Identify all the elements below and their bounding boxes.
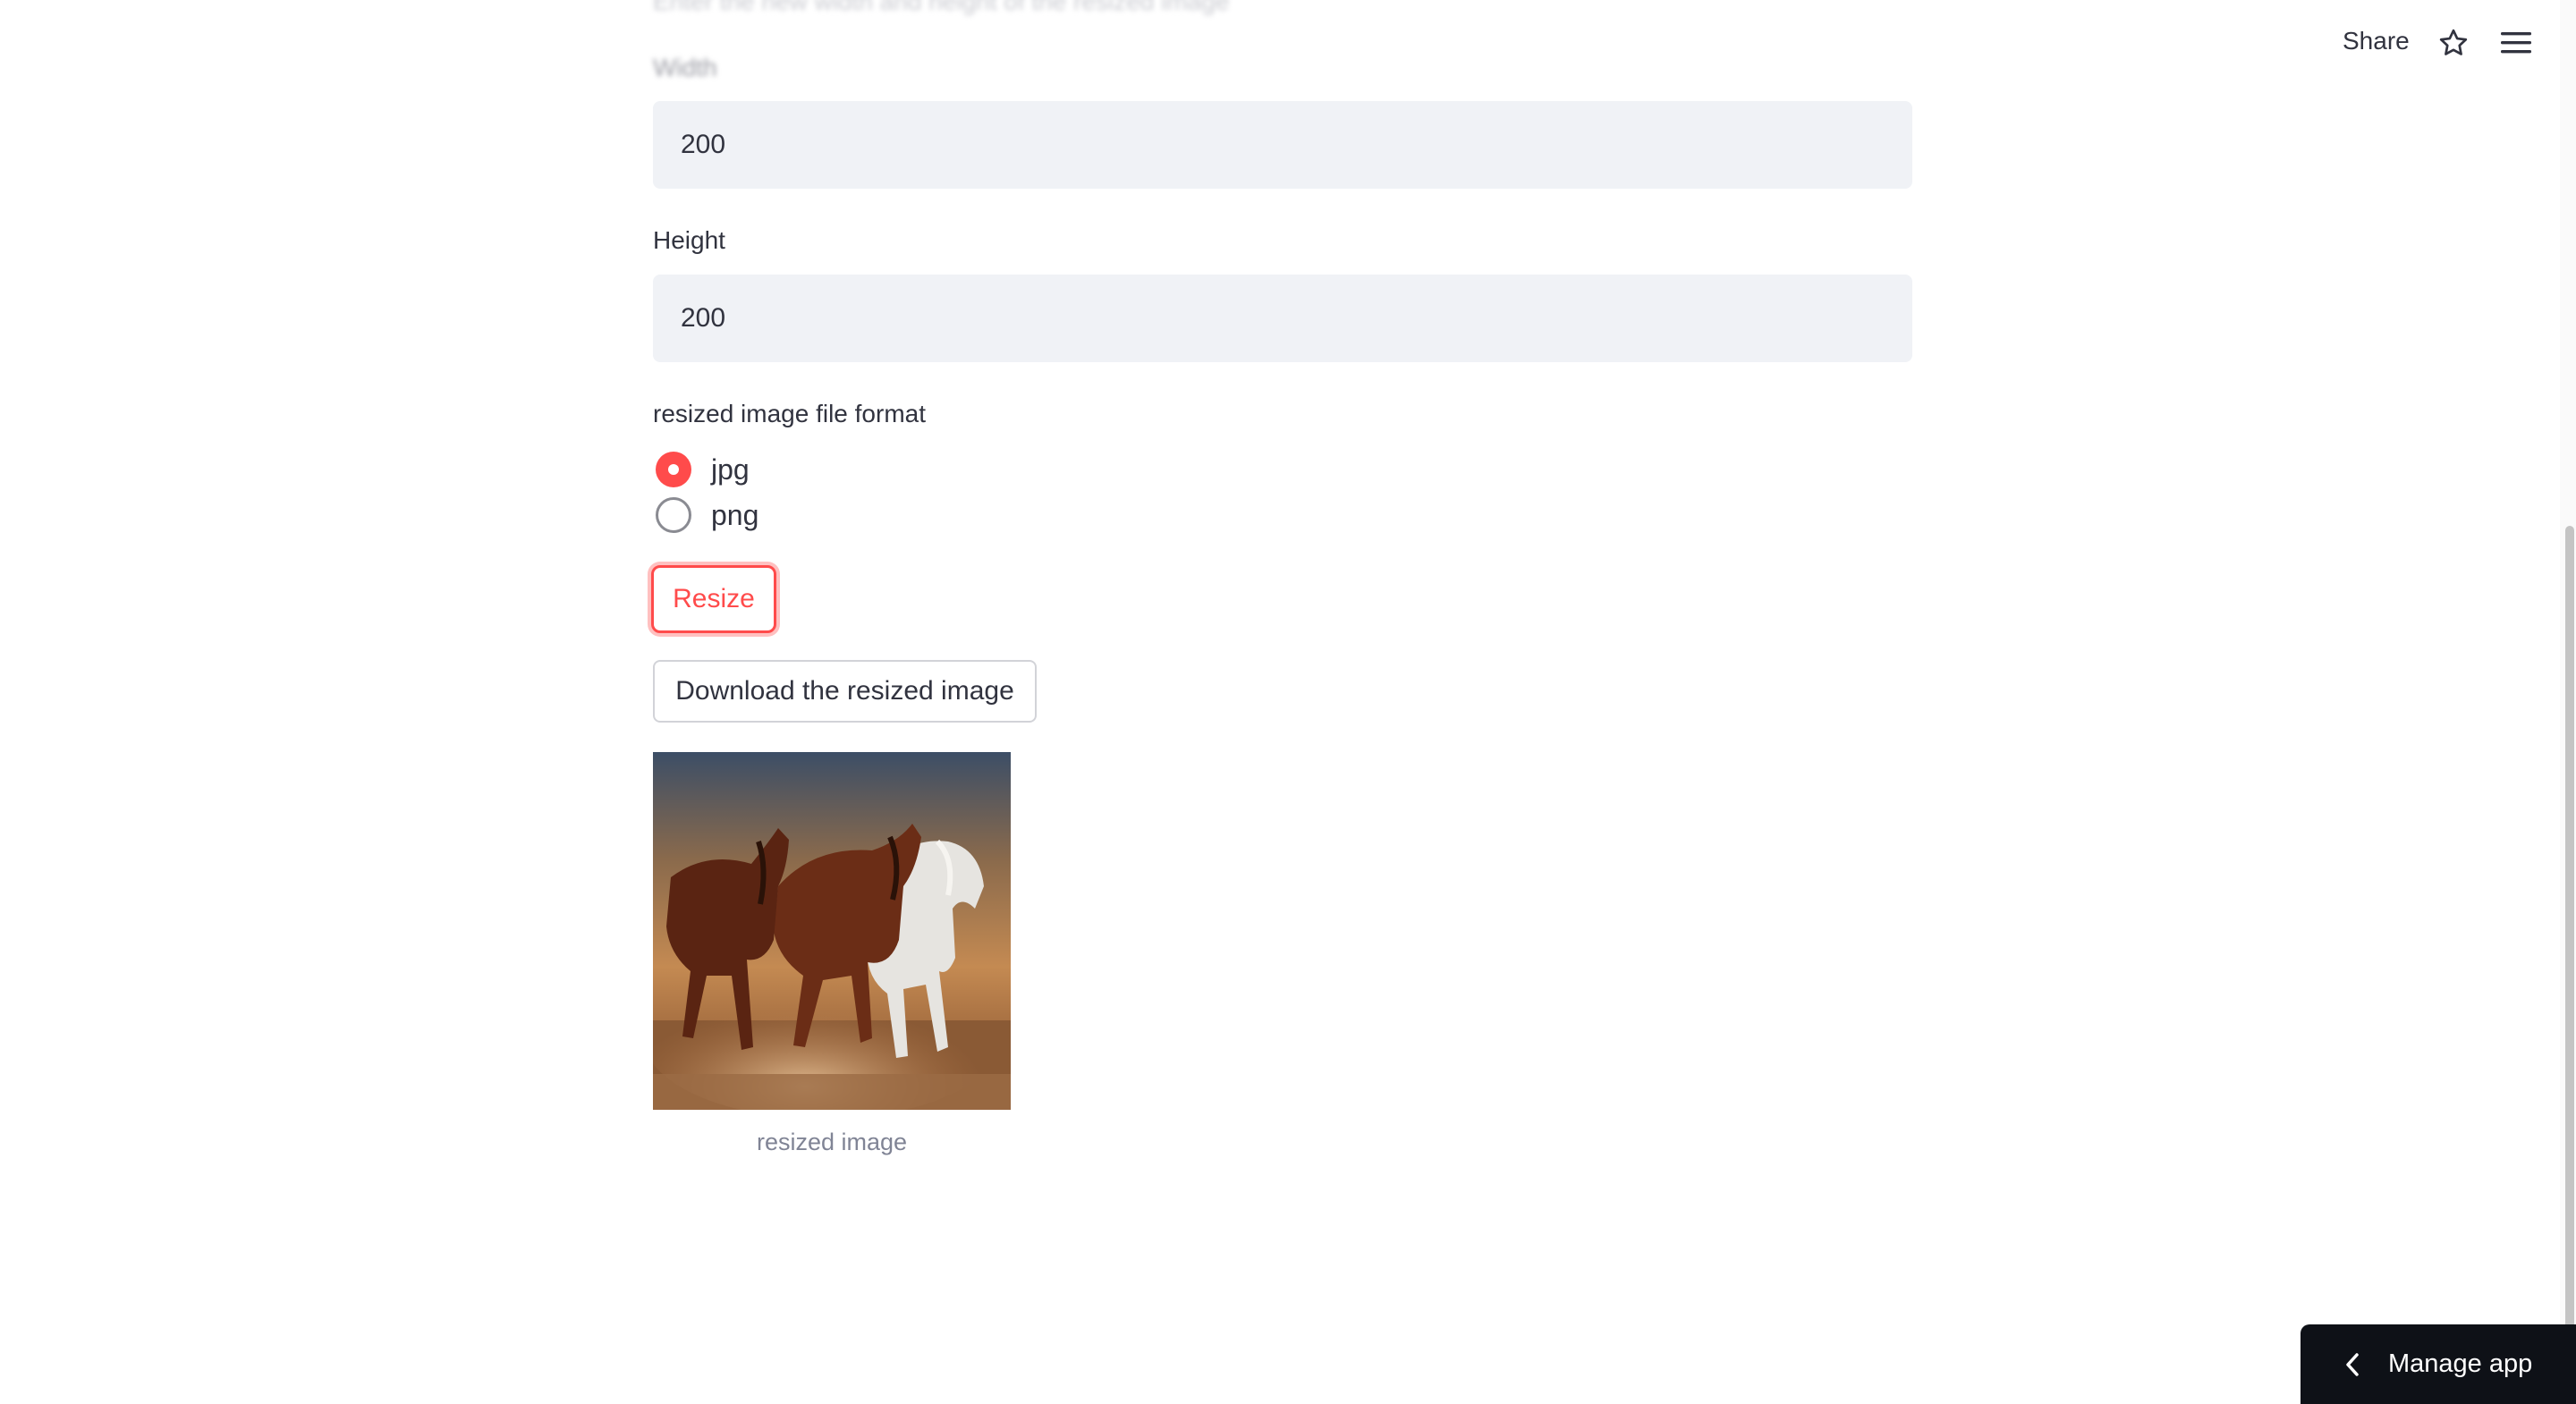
image-caption: resized image: [756, 1129, 908, 1155]
resize-button[interactable]: Resize: [651, 565, 776, 633]
radio-unchecked-icon[interactable]: [656, 497, 691, 533]
scrollbar-thumb[interactable]: [2565, 526, 2574, 1331]
faded-description: Enter the new width and height of the re…: [653, 0, 1230, 15]
width-label: Width: [653, 54, 717, 81]
height-label: Height: [653, 226, 725, 254]
download-button[interactable]: Download the resized image: [653, 660, 1037, 723]
manage-app-button[interactable]: Manage app: [2301, 1324, 2576, 1404]
format-label: resized image file format: [653, 400, 927, 427]
width-input[interactable]: 200: [653, 101, 1912, 189]
share-button[interactable]: Share: [2343, 27, 2410, 55]
resized-image: [653, 752, 1011, 1110]
radio-label-png: png: [711, 498, 759, 531]
radio-checked-icon[interactable]: [656, 452, 691, 487]
star-icon[interactable]: [2436, 25, 2471, 61]
hamburger-menu-icon[interactable]: [2498, 25, 2534, 61]
radio-option-jpg[interactable]: jpg: [656, 452, 750, 487]
chevron-left-icon: [2345, 1352, 2360, 1376]
manage-app-label: Manage app: [2388, 1349, 2533, 1378]
radio-label-jpg: jpg: [711, 452, 750, 486]
height-input[interactable]: 200: [653, 275, 1912, 362]
radio-option-png[interactable]: png: [656, 497, 758, 533]
